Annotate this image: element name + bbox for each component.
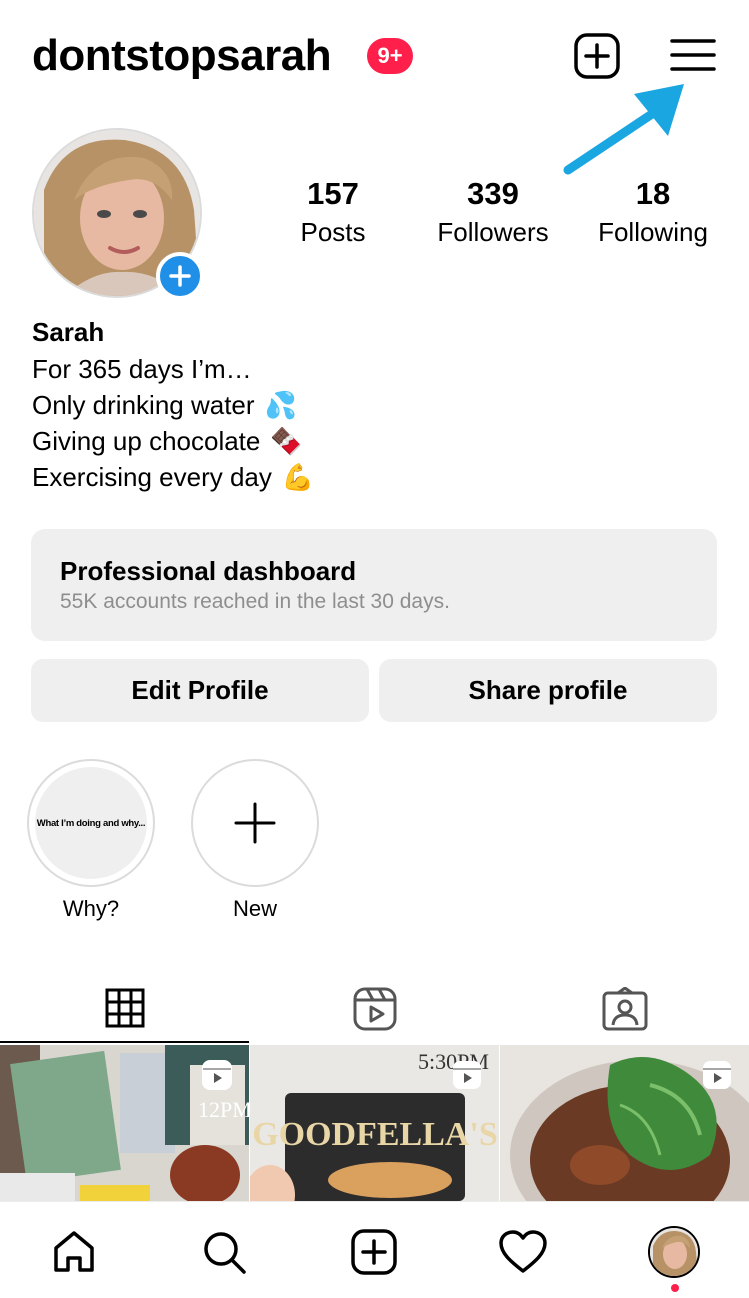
highlight-label: Why? xyxy=(62,896,120,921)
highlight-cover-text: What I’m doing and why... xyxy=(35,767,147,879)
bio-line-text: Giving up chocolate xyxy=(32,426,261,456)
tab-tagged[interactable] xyxy=(500,975,749,1043)
home-icon xyxy=(54,1231,94,1272)
new-highlight-circle[interactable] xyxy=(191,759,319,887)
profile-display-name: Sarah xyxy=(32,317,105,347)
add-story-button[interactable] xyxy=(156,252,204,300)
profile-username[interactable]: dontstopsarah xyxy=(32,30,332,82)
notification-dot xyxy=(671,1284,679,1292)
reels-icon xyxy=(202,1060,232,1090)
water-drops-emoji: 💦 xyxy=(264,390,297,420)
following-count: 18 xyxy=(635,176,671,211)
bio-line-text: Only drinking water xyxy=(32,390,255,420)
following-stat[interactable]: 18 Following xyxy=(588,176,718,252)
create-icon xyxy=(351,1229,397,1275)
share-profile-button[interactable]: Share profile xyxy=(379,659,717,722)
plus-icon xyxy=(169,265,191,287)
annotation-arrow-icon xyxy=(563,84,684,175)
profile-avatar-container[interactable] xyxy=(32,128,204,300)
profile-bio: For 365 days I’m… Only drinking water 💦 … xyxy=(32,351,314,495)
flexed-biceps-emoji: 💪 xyxy=(281,462,315,492)
dashboard-title: Professional dashboard xyxy=(60,556,357,586)
menu-button[interactable] xyxy=(670,33,716,79)
edit-profile-button[interactable]: Edit Profile xyxy=(31,659,369,722)
bio-line: For 365 days I’m… xyxy=(32,351,314,387)
notification-badge[interactable]: 9+ xyxy=(367,38,413,74)
post-thumbnail[interactable]: 12PM xyxy=(0,1045,249,1201)
grid-icon xyxy=(105,988,144,1028)
tab-posts-grid[interactable] xyxy=(0,975,249,1043)
search-icon xyxy=(204,1232,246,1274)
chocolate-emoji: 🍫 xyxy=(270,426,303,456)
plus-square-icon xyxy=(574,33,620,79)
heart-icon xyxy=(499,1230,547,1273)
followers-label: Followers xyxy=(437,217,549,247)
create-post-button[interactable] xyxy=(574,33,620,79)
reels-icon xyxy=(453,1061,481,1089)
followers-stat[interactable]: 339 Followers xyxy=(425,176,561,252)
nav-activity-button[interactable] xyxy=(497,1226,549,1278)
tab-reels[interactable] xyxy=(250,975,499,1043)
posts-stat[interactable]: 157 Posts xyxy=(283,176,383,252)
bio-line-text: Exercising every day xyxy=(32,462,272,492)
bottom-navigation-bar xyxy=(0,1201,749,1298)
post-overlay-text: 12PM xyxy=(198,1097,249,1122)
bio-line-text: For 365 days I’m… xyxy=(32,354,252,384)
dashboard-subtitle: 55K accounts reached in the last 30 days… xyxy=(60,590,450,613)
plus-icon xyxy=(234,802,276,844)
highlight-label: New xyxy=(232,896,277,921)
nav-search-button[interactable] xyxy=(198,1226,250,1278)
nav-home-button[interactable] xyxy=(48,1226,100,1278)
story-highlight-why[interactable]: What I’m doing and why... Why? xyxy=(27,759,155,923)
hamburger-menu-icon xyxy=(670,39,716,71)
nav-profile-button[interactable] xyxy=(648,1226,700,1278)
following-label: Following xyxy=(598,217,708,247)
reels-icon xyxy=(353,987,396,1031)
highlight-cover[interactable]: What I’m doing and why... xyxy=(27,759,155,887)
posts-count: 157 xyxy=(307,176,359,211)
post-title-text: GOODFELLA'S xyxy=(252,1116,498,1153)
bio-line: Exercising every day 💪 xyxy=(32,459,314,495)
new-highlight-button[interactable]: New xyxy=(191,759,319,923)
tagged-icon xyxy=(602,987,647,1031)
posts-label: Posts xyxy=(300,217,366,247)
bio-line: Only drinking water 💦 xyxy=(32,387,314,423)
post-thumbnail[interactable]: GOODFELLA'S 5:30PM xyxy=(250,1045,499,1201)
followers-count: 339 xyxy=(467,176,519,211)
reels-icon xyxy=(703,1061,731,1089)
bio-line: Giving up chocolate 🍫 xyxy=(32,423,314,459)
profile-avatar xyxy=(648,1226,700,1278)
post-thumbnail[interactable] xyxy=(500,1045,749,1201)
professional-dashboard-card[interactable]: Professional dashboard 55K accounts reac… xyxy=(31,529,717,641)
nav-create-button[interactable] xyxy=(348,1226,400,1278)
